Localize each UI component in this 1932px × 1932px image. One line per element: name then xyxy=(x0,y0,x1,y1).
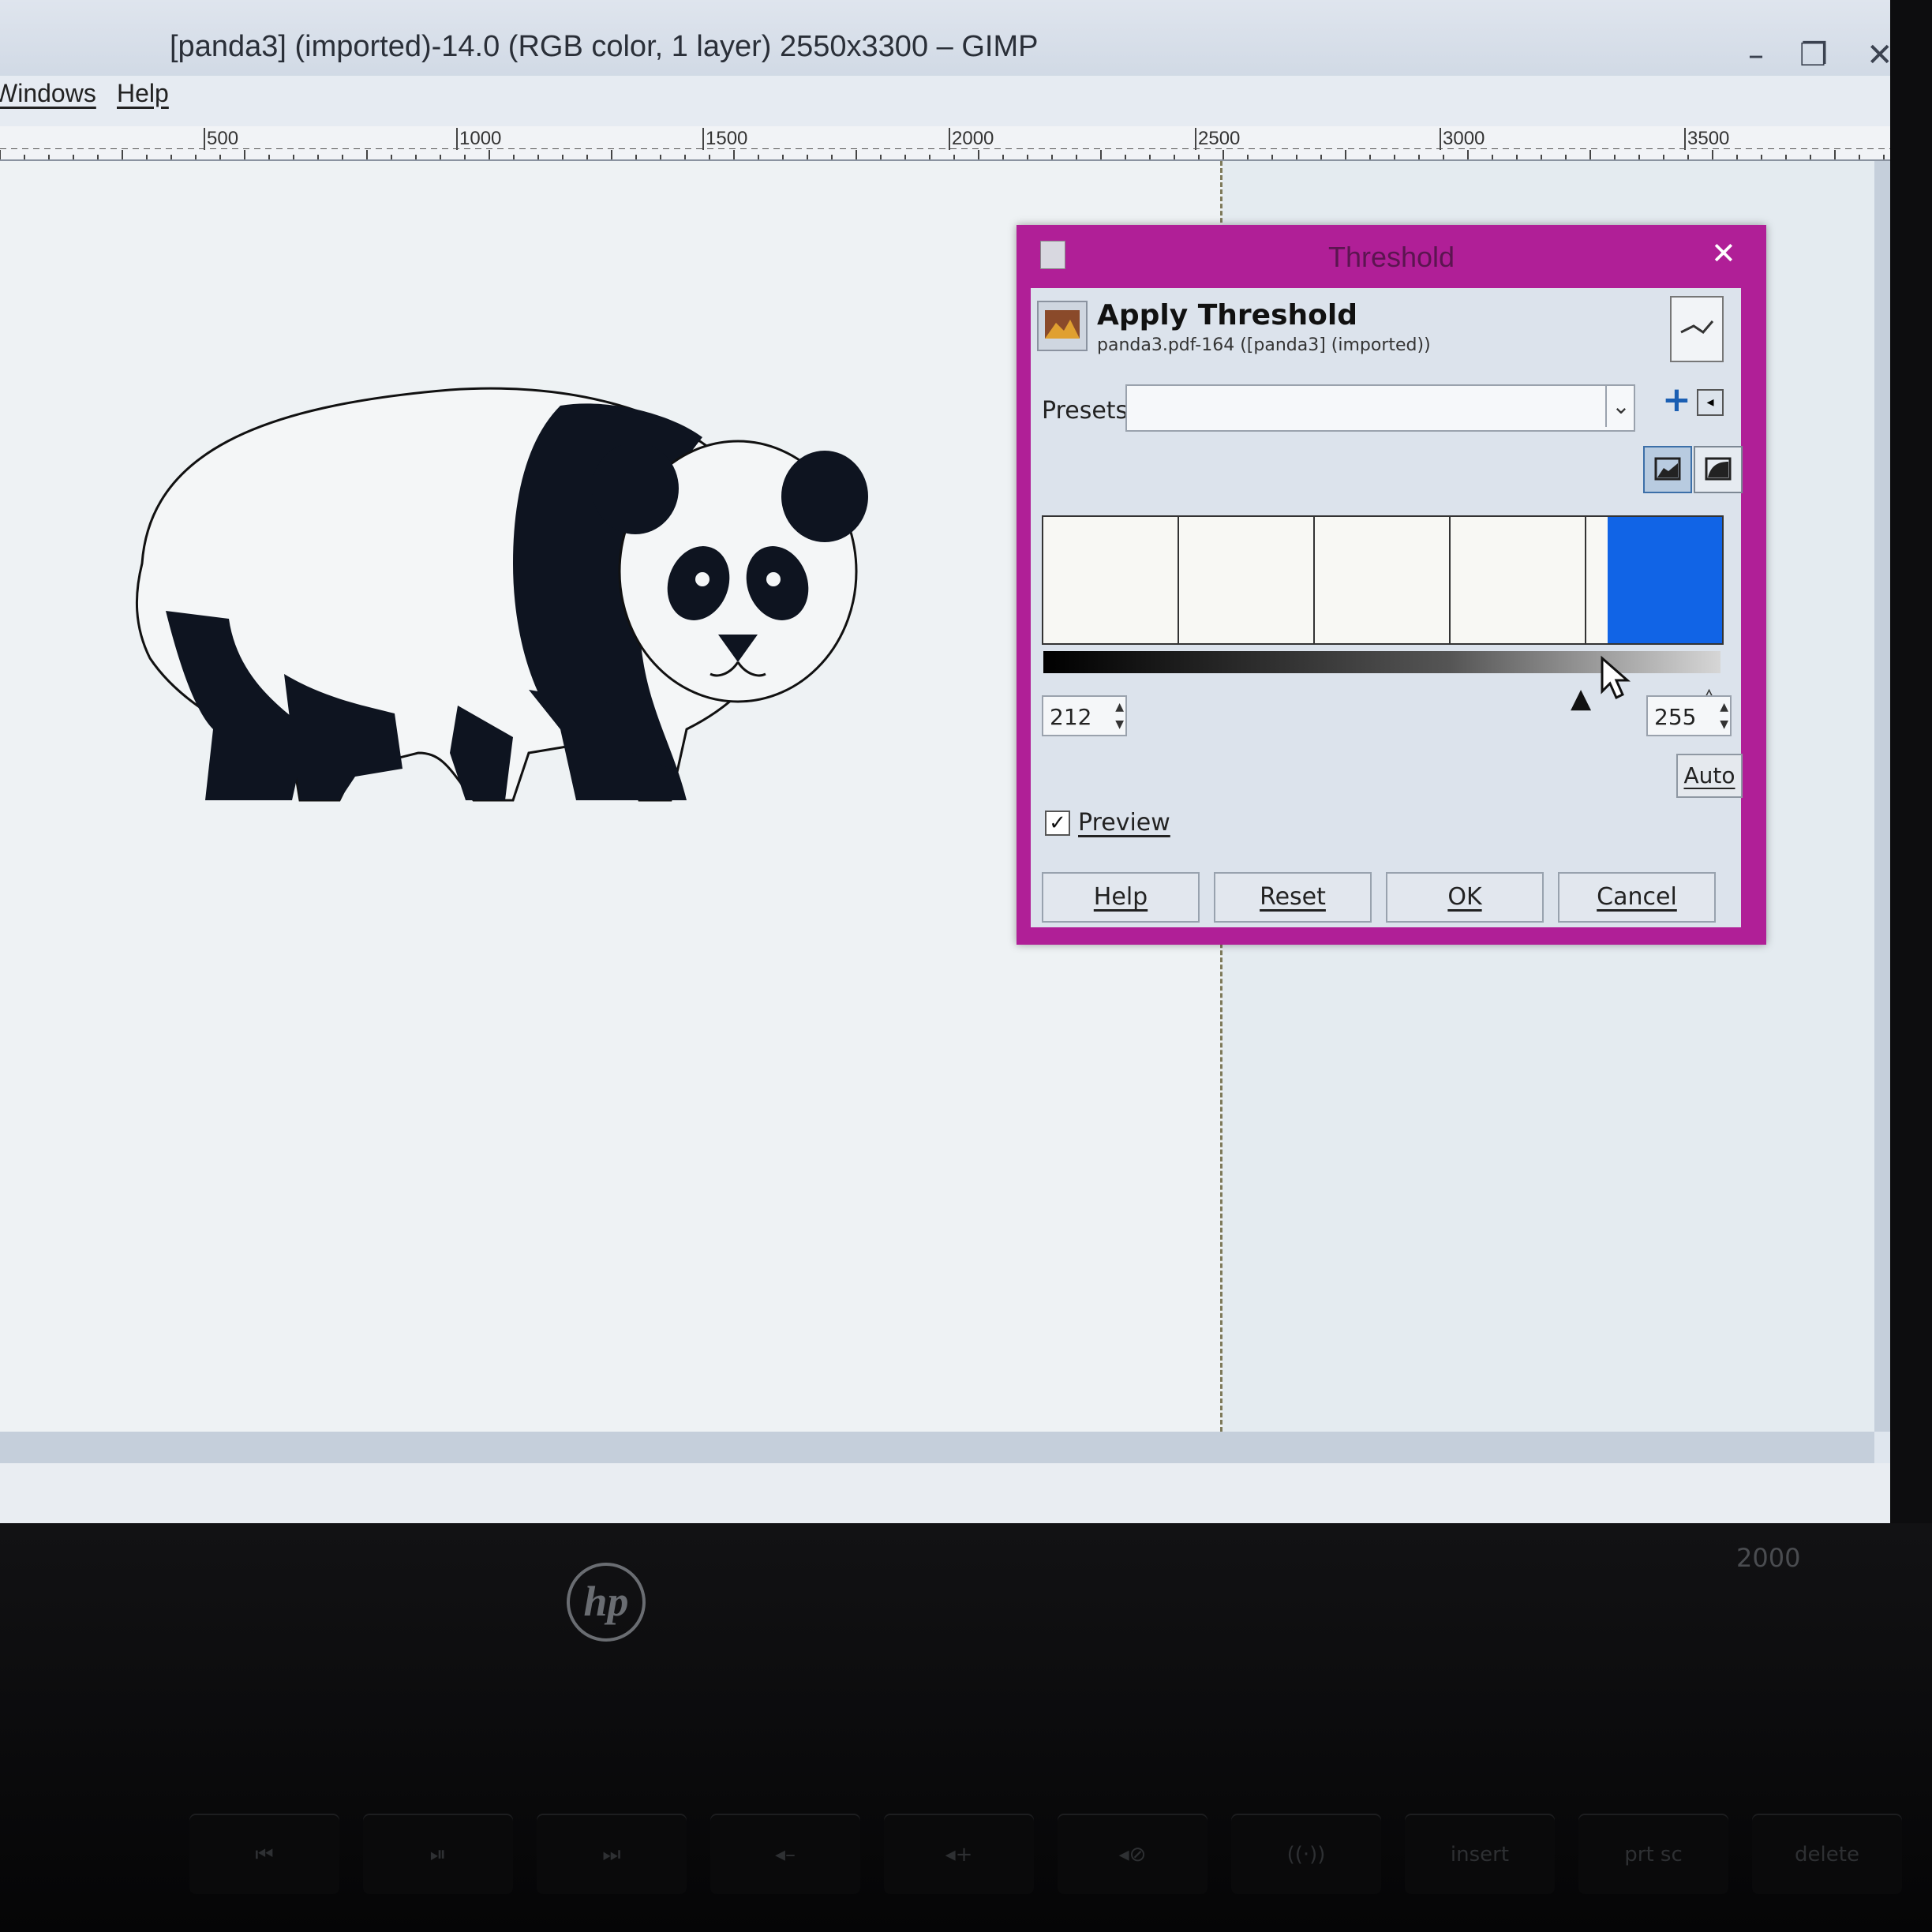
presets-combobox[interactable] xyxy=(1125,384,1635,432)
hp-logo: hp xyxy=(567,1563,646,1642)
dialog-header-title: Apply Threshold xyxy=(1097,299,1357,331)
keyboard-key: ◂⊘ xyxy=(1058,1815,1208,1894)
panda-drawing xyxy=(135,387,868,802)
keyboard-key: ((·)) xyxy=(1231,1815,1381,1894)
maximize-button[interactable]: ❐ xyxy=(1799,39,1828,71)
drawable-preview-icon[interactable] xyxy=(1670,296,1724,362)
threshold-histogram[interactable] xyxy=(1042,515,1724,645)
ruler-label: 2000 xyxy=(949,128,994,150)
presets-menu-icon[interactable]: ◂ xyxy=(1697,389,1724,416)
laptop-model: 2000 xyxy=(1736,1543,1801,1573)
histogram-gridline xyxy=(1178,517,1179,643)
ruler-label: 2500 xyxy=(1195,128,1240,150)
dialog-close-icon[interactable]: ✕ xyxy=(1711,236,1736,271)
low-threshold-value: 212 xyxy=(1050,704,1092,730)
preview-label[interactable]: Preview xyxy=(1078,809,1170,837)
help-button[interactable]: Help xyxy=(1042,872,1200,923)
spinner-arrows-icon[interactable]: ▲ ▼ xyxy=(1720,698,1728,733)
ruler-label: 1000 xyxy=(456,128,501,150)
keyboard-key: ⏯ xyxy=(363,1815,513,1894)
add-preset-icon[interactable]: + xyxy=(1662,380,1691,420)
menu-windows[interactable]: Windows xyxy=(0,79,96,108)
horizontal-ruler[interactable]: 500 1000 1500 2000 2500 3000 3500 xyxy=(0,126,1890,161)
keyboard-key: ◂+ xyxy=(884,1815,1034,1894)
spinner-arrows-icon[interactable]: ▲ ▼ xyxy=(1115,698,1124,733)
chevron-down-icon[interactable]: ⌄ xyxy=(1605,386,1635,427)
low-threshold-handle[interactable]: ▲ xyxy=(1571,683,1591,714)
presets-label: Presets: xyxy=(1042,397,1136,425)
histogram-gridline xyxy=(1585,517,1586,643)
logarithmic-histogram-button[interactable] xyxy=(1694,446,1743,493)
dialog-body: Apply Threshold panda3.pdf-164 ([panda3]… xyxy=(1031,288,1743,927)
threshold-dialog[interactable]: Threshold ✕ Apply Threshold panda3.pdf-1… xyxy=(1017,225,1766,945)
high-threshold-value: 255 xyxy=(1654,704,1697,730)
ruler-label: 1500 xyxy=(702,128,747,150)
high-threshold-spinner[interactable]: 255 ▲ ▼ xyxy=(1646,695,1732,736)
reset-button[interactable]: Reset xyxy=(1214,872,1372,923)
vertical-scrollbar[interactable] xyxy=(1874,161,1890,1432)
keyboard-key: prt sc xyxy=(1578,1815,1728,1894)
histogram-gridline xyxy=(1313,517,1315,643)
ruler-label: 500 xyxy=(204,128,238,150)
keyboard-key: ◂– xyxy=(710,1815,860,1894)
mouse-pointer-icon xyxy=(1601,655,1631,700)
window-title: [panda3] (imported)-14.0 (RGB color, 1 l… xyxy=(170,30,1039,63)
ruler-label: 3500 xyxy=(1684,128,1729,150)
window-titlebar: [panda3] (imported)-14.0 (RGB color, 1 l… xyxy=(0,0,1890,87)
threshold-tool-icon xyxy=(1037,301,1088,351)
menu-bar xyxy=(0,76,1890,126)
preview-checkbox[interactable]: ✓ xyxy=(1045,811,1070,836)
menu-help[interactable]: Help xyxy=(117,79,169,108)
minimize-button[interactable]: – xyxy=(1748,39,1764,71)
dialog-title: Threshold xyxy=(1327,241,1455,273)
threshold-range-selection[interactable] xyxy=(1608,517,1722,643)
status-bar xyxy=(0,1463,1890,1523)
low-threshold-spinner[interactable]: 212 ▲ ▼ xyxy=(1042,695,1127,736)
keyboard-key: insert xyxy=(1405,1815,1555,1894)
screen: [panda3] (imported)-14.0 (RGB color, 1 l… xyxy=(0,0,1890,1523)
dialog-header-subtitle: panda3.pdf-164 ([panda3] (imported)) xyxy=(1097,335,1431,355)
keyboard-key: ⏮ xyxy=(189,1815,339,1894)
keyboard-key: delete xyxy=(1752,1815,1902,1894)
close-button[interactable]: ✕ xyxy=(1866,39,1890,71)
histogram-gridline xyxy=(1449,517,1451,643)
ok-button[interactable]: OK xyxy=(1386,872,1544,923)
keyboard-key: ⏭ xyxy=(537,1815,687,1894)
ruler-ticks xyxy=(0,148,1890,159)
auto-button[interactable]: Auto xyxy=(1676,754,1743,798)
linear-histogram-button[interactable] xyxy=(1643,446,1692,493)
cancel-button[interactable]: Cancel xyxy=(1558,872,1716,923)
horizontal-scrollbar[interactable] xyxy=(0,1432,1874,1463)
ruler-label: 3000 xyxy=(1440,128,1485,150)
